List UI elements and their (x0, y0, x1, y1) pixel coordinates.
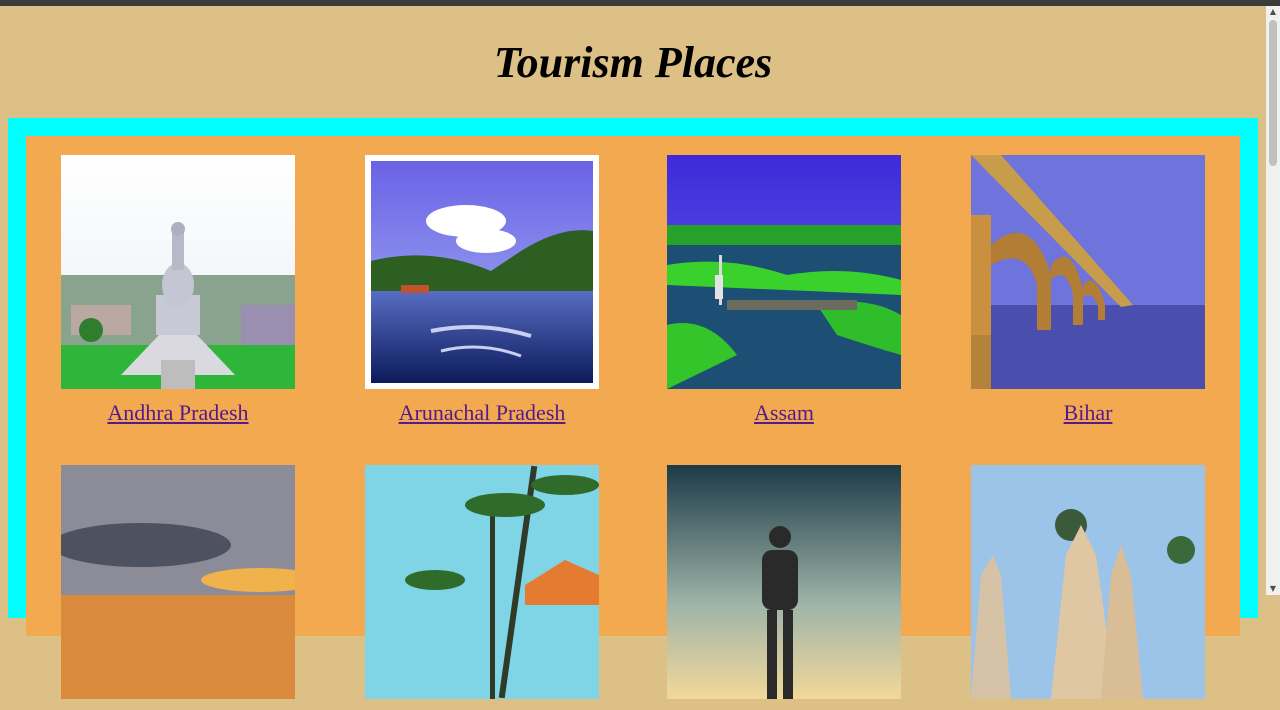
gallery-panel: Andhra Pradesh Arunachal Pradesh Assam B… (26, 136, 1240, 699)
place-image-bihar[interactable] (971, 155, 1205, 389)
place-image-arunachal-pradesh[interactable] (365, 155, 599, 389)
place-link-assam[interactable]: Assam (667, 400, 901, 426)
place-card-5 (61, 465, 295, 710)
place-card-7 (667, 465, 901, 710)
place-image-8[interactable] (971, 465, 1205, 699)
place-card-arunachal-pradesh: Arunachal Pradesh (365, 155, 599, 426)
place-link-arunachal-pradesh[interactable]: Arunachal Pradesh (365, 400, 599, 426)
place-image-assam[interactable] (667, 155, 901, 389)
page-title: Tourism Places (493, 38, 773, 87)
gallery-frame: Andhra Pradesh Arunachal Pradesh Assam B… (8, 118, 1258, 699)
place-link-bihar[interactable]: Bihar (971, 400, 1205, 426)
place-image-7[interactable] (667, 465, 901, 699)
browser-top-bar (0, 0, 1280, 6)
place-card-6 (365, 465, 599, 710)
place-image-6[interactable] (365, 465, 599, 699)
scroll-up-arrow-icon[interactable]: ▲ (1266, 6, 1280, 18)
scroll-down-arrow-icon[interactable]: ▼ (1266, 583, 1280, 595)
place-card-bihar: Bihar (971, 155, 1205, 426)
vertical-scrollbar[interactable]: ▲ ▼ (1266, 6, 1280, 595)
place-image-5[interactable] (61, 465, 295, 699)
place-link-andhra-pradesh[interactable]: Andhra Pradesh (61, 400, 295, 426)
place-image-andhra-pradesh[interactable] (61, 155, 295, 389)
place-card-8 (971, 465, 1205, 710)
scrollbar-thumb[interactable] (1269, 20, 1277, 166)
place-card-andhra-pradesh: Andhra Pradesh (61, 155, 295, 426)
place-card-assam: Assam (667, 155, 901, 426)
